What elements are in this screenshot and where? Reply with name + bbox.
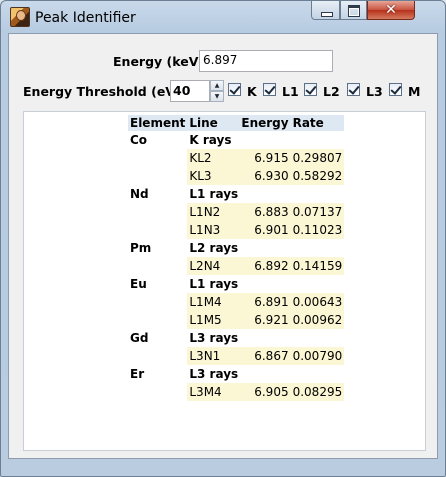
energy-cell: 6.892 [239,257,291,275]
rate-cell: 0.00643 [290,293,345,311]
minimize-button[interactable] [311,1,340,20]
line-cell: KL3 [187,167,240,185]
threshold-input[interactable]: 40 [170,80,210,102]
line-cell: L1M4 [187,293,240,311]
series-cell: L3 rays [189,367,239,381]
element-cell: Nd [130,187,149,201]
table-row[interactable]: KL2 6.915 0.29807 [128,149,345,167]
rate-cell: 0.07137 [290,203,345,221]
element-cell: Gd [130,331,149,345]
checkbox-k-label: K [247,84,257,99]
checkbox-l3-label: L3 [366,84,383,99]
energy-label: Energy (keV) [113,54,205,69]
title-bar[interactable]: Peak Identifier ✕ [1,1,445,33]
energy-cell: 6.883 [239,203,291,221]
results-table: Element Line Energy Rate Co K rays KL2 6… [128,115,345,401]
app-icon[interactable] [10,7,30,27]
energy-cell: 6.891 [239,293,291,311]
table-row[interactable]: L1N3 6.901 0.11023 [128,221,345,239]
checkbox-l1-label: L1 [282,84,299,99]
series-cell: L3 rays [189,331,239,345]
table-header-row: Element Line Energy Rate [128,115,345,131]
energy-cell: 6.915 [239,149,291,167]
group-row: Gd L3 rays [128,329,344,347]
series-cell: L1 rays [189,277,239,291]
energy-cell: 6.930 [239,167,291,185]
checkbox-l2[interactable] [304,83,317,96]
series-cell: K rays [189,133,232,147]
energy-cell: 6.905 [239,383,291,401]
table-row[interactable]: L1M5 6.921 0.00962 [128,311,345,329]
table-row[interactable]: KL3 6.930 0.58292 [128,167,345,185]
line-cell: L1N3 [187,221,240,239]
close-icon: ✕ [385,2,397,18]
group-row: Pm L2 rays [128,239,344,257]
rate-cell: 0.14159 [290,257,345,275]
checkbox-m-label: M [408,84,421,99]
header-element: Element [128,115,188,131]
line-cell: KL2 [187,149,240,167]
header-rate: Rate [290,115,345,131]
table-row[interactable]: L1M4 6.891 0.00643 [128,293,345,311]
line-cell: L3N1 [187,347,240,365]
threshold-label: Energy Threshold (eV) [23,84,181,99]
header-line: Line [187,115,240,131]
window-title: Peak Identifier [35,10,136,26]
group-row: Co K rays [128,131,344,149]
energy-cell: 6.921 [239,311,291,329]
checkbox-k[interactable] [228,83,241,96]
checkbox-l1[interactable] [263,83,276,96]
client-area: Energy (keV) 6.897 Energy Threshold (eV)… [8,33,438,459]
header-energy: Energy [239,115,291,131]
spin-down-icon[interactable]: ▼ [210,91,224,102]
app-window: Peak Identifier ✕ Energy (keV) 6.897 Ene… [0,0,446,477]
table-row[interactable]: L2N4 6.892 0.14159 [128,257,345,275]
group-row: Nd L1 rays [128,185,344,203]
rate-cell: 0.11023 [290,221,345,239]
line-cell: L1N2 [187,203,240,221]
element-cell: Er [130,367,145,381]
close-button[interactable]: ✕ [367,1,415,20]
line-cell: L1M5 [187,311,240,329]
series-cell: L1 rays [189,187,239,201]
rate-cell: 0.29807 [290,149,345,167]
results-panel: Element Line Energy Rate Co K rays KL2 6… [23,111,426,451]
threshold-spinner: ▲ ▼ [210,80,224,102]
checkbox-m[interactable] [389,83,402,96]
table-row[interactable]: L1N2 6.883 0.07137 [128,203,345,221]
group-row: Eu L1 rays [128,275,344,293]
element-cell: Eu [130,277,147,291]
line-cell: L3M4 [187,383,240,401]
element-cell: Co [130,133,148,147]
line-cell: L2N4 [187,257,240,275]
spin-up-icon[interactable]: ▲ [210,80,224,91]
rate-cell: 0.08295 [290,383,345,401]
energy-input[interactable]: 6.897 [199,50,333,72]
rate-cell: 0.00790 [290,347,345,365]
table-row[interactable]: L3N1 6.867 0.00790 [128,347,345,365]
energy-cell: 6.867 [239,347,291,365]
checkbox-l2-label: L2 [323,84,340,99]
maximize-button[interactable] [340,1,367,20]
element-cell: Pm [130,241,152,255]
results-body: Co K rays KL2 6.915 0.29807 KL3 6.930 0.… [128,131,345,401]
group-row: Er L3 rays [128,365,344,383]
rate-cell: 0.00962 [290,311,345,329]
energy-cell: 6.901 [239,221,291,239]
rate-cell: 0.58292 [290,167,345,185]
table-row[interactable]: L3M4 6.905 0.08295 [128,383,345,401]
series-cell: L2 rays [189,241,239,255]
checkbox-l3[interactable] [347,83,360,96]
